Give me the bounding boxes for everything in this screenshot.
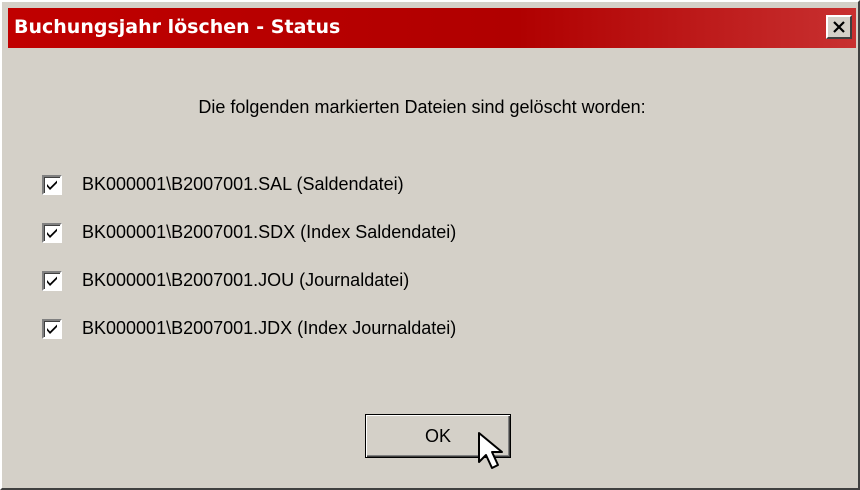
file-list: BK000001\B2007001.SAL (Saldendatei) BK00…: [42, 174, 742, 366]
file-label: BK000001\B2007001.SAL (Saldendatei): [82, 174, 404, 194]
close-icon: [833, 21, 845, 33]
file-item: BK000001\B2007001.JOU (Journaldatei): [42, 270, 742, 318]
window-title: Buchungsjahr löschen - Status: [14, 16, 341, 38]
file-label: BK000001\B2007001.JDX (Index Journaldate…: [82, 318, 457, 338]
status-message: Die folgenden markierten Dateien sind ge…: [198, 97, 646, 117]
file-item: BK000001\B2007001.JDX (Index Journaldate…: [42, 318, 742, 366]
checkmark-icon: [47, 276, 57, 286]
close-button[interactable]: [826, 15, 852, 39]
file-checkbox[interactable]: [42, 271, 62, 291]
file-item: BK000001\B2007001.SDX (Index Saldendatei…: [42, 222, 742, 270]
status-dialog: Buchungsjahr löschen - Status Die folgen…: [0, 0, 860, 490]
file-label: BK000001\B2007001.JOU (Journaldatei): [82, 270, 410, 290]
file-checkbox[interactable]: [42, 175, 62, 195]
file-checkbox[interactable]: [42, 223, 62, 243]
file-label: BK000001\B2007001.SDX (Index Saldendatei…: [82, 222, 457, 242]
checkmark-icon: [47, 180, 57, 190]
mouse-pointer-icon: [478, 432, 503, 469]
checkmark-icon: [47, 324, 57, 334]
title-bar[interactable]: Buchungsjahr löschen - Status: [8, 8, 856, 48]
file-item: BK000001\B2007001.SAL (Saldendatei): [42, 174, 742, 222]
file-checkbox[interactable]: [42, 319, 62, 339]
checkmark-icon: [47, 228, 57, 238]
